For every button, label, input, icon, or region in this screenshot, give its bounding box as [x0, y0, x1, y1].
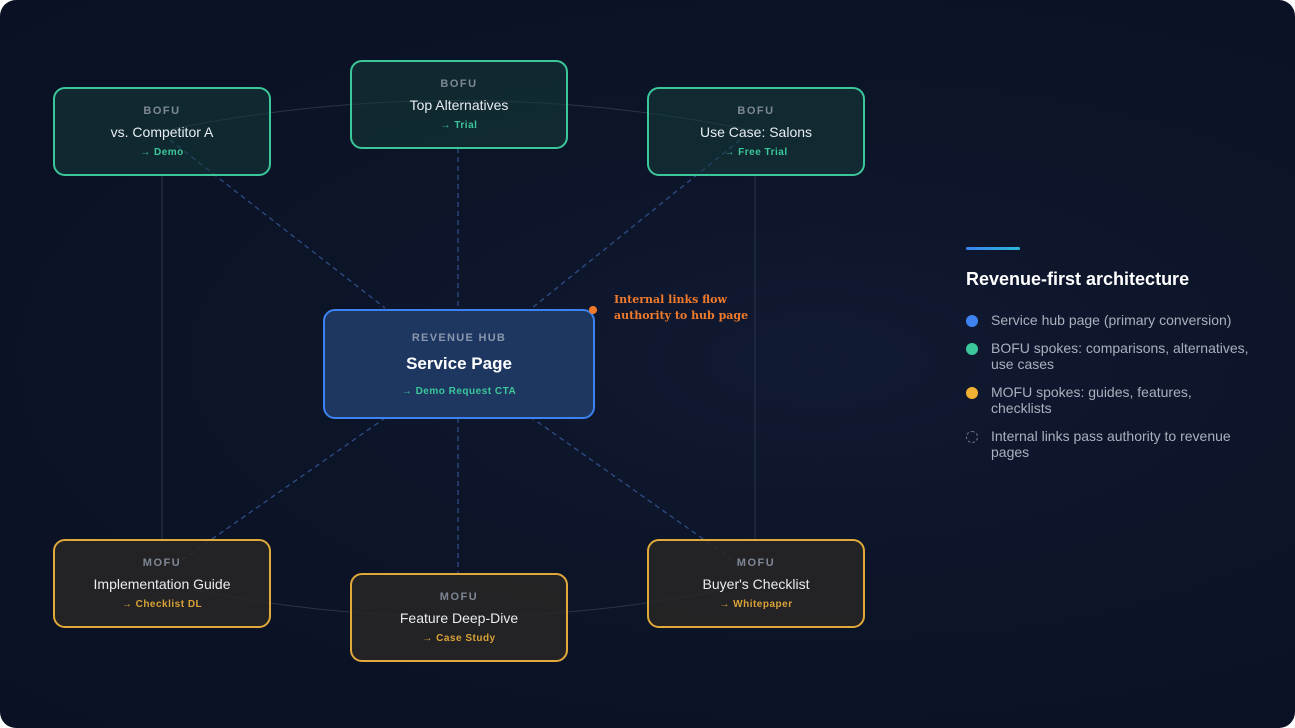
blue-dot-icon: [966, 315, 978, 327]
mofu-node-checklist[interactable]: MOFU Buyer's Checklist → Whitepaper: [647, 539, 865, 628]
node-title: Buyer's Checklist: [702, 576, 810, 592]
green-dot-icon: [966, 343, 978, 355]
hub-tag: REVENUE HUB: [411, 331, 507, 344]
node-title: Feature Deep-Dive: [399, 610, 519, 626]
diagram-canvas: BOFU vs. Competitor A → Demo BOFU Top Al…: [0, 0, 1295, 728]
node-title: Top Alternatives: [409, 97, 509, 113]
node-cta: → Demo: [140, 147, 184, 158]
revenue-hub-node[interactable]: REVENUE HUB Service Page → Demo Request …: [323, 309, 595, 419]
legend-item-label: BOFU spokes: comparisons, alternatives, …: [991, 340, 1249, 372]
node-tag: MOFU: [736, 557, 776, 569]
node-cta: → Checklist DL: [121, 599, 203, 610]
legend-heading: Revenue-first architecture: [966, 269, 1190, 289]
dashed-circle-icon: [966, 431, 978, 443]
node-cta: → Trial: [440, 120, 478, 131]
legend-item: BOFU spokes: comparisons, alternatives, …: [966, 340, 1256, 372]
node-cta: → Free Trial: [724, 147, 788, 158]
legend-item-label: Internal links pass authority to revenue…: [991, 428, 1231, 460]
hub-cta: → Demo Request CTA: [401, 385, 517, 397]
node-cta: → Whitepaper: [719, 599, 793, 610]
bofu-node-alternatives[interactable]: BOFU Top Alternatives → Trial: [350, 60, 568, 149]
legend-item: Service hub page (primary conversion): [966, 312, 1256, 328]
node-cta: → Case Study: [422, 633, 496, 644]
bofu-node-competitor[interactable]: BOFU vs. Competitor A → Demo: [53, 87, 271, 176]
node-tag: BOFU: [440, 78, 478, 90]
legend-panel: Revenue-first architecture Service hub p…: [966, 247, 1256, 472]
legend-accent-bar: [966, 247, 1020, 250]
legend-item-label: Service hub page (primary conversion): [991, 312, 1232, 328]
annotation-dot-icon: [589, 306, 597, 314]
legend-item: MOFU spokes: guides, features, checklist…: [966, 384, 1256, 416]
node-tag: BOFU: [737, 105, 775, 117]
node-title: Use Case: Salons: [699, 124, 813, 140]
mofu-node-feature[interactable]: MOFU Feature Deep-Dive → Case Study: [350, 573, 568, 662]
legend-item: Internal links pass authority to revenue…: [966, 428, 1256, 460]
node-title: Implementation Guide: [93, 576, 231, 592]
legend-item-label: MOFU spokes: guides, features, checklist…: [991, 384, 1192, 416]
node-tag: MOFU: [439, 591, 479, 603]
mofu-node-implementation[interactable]: MOFU Implementation Guide → Checklist DL: [53, 539, 271, 628]
node-title: vs. Competitor A: [110, 124, 214, 140]
node-tag: BOFU: [143, 105, 181, 117]
bofu-node-salons[interactable]: BOFU Use Case: Salons → Free Trial: [647, 87, 865, 176]
node-tag: MOFU: [142, 557, 182, 569]
annotation-text: Internal links flow authority to hub pag…: [614, 293, 749, 322]
hub-title: Service Page: [406, 353, 512, 373]
amber-dot-icon: [966, 387, 978, 399]
